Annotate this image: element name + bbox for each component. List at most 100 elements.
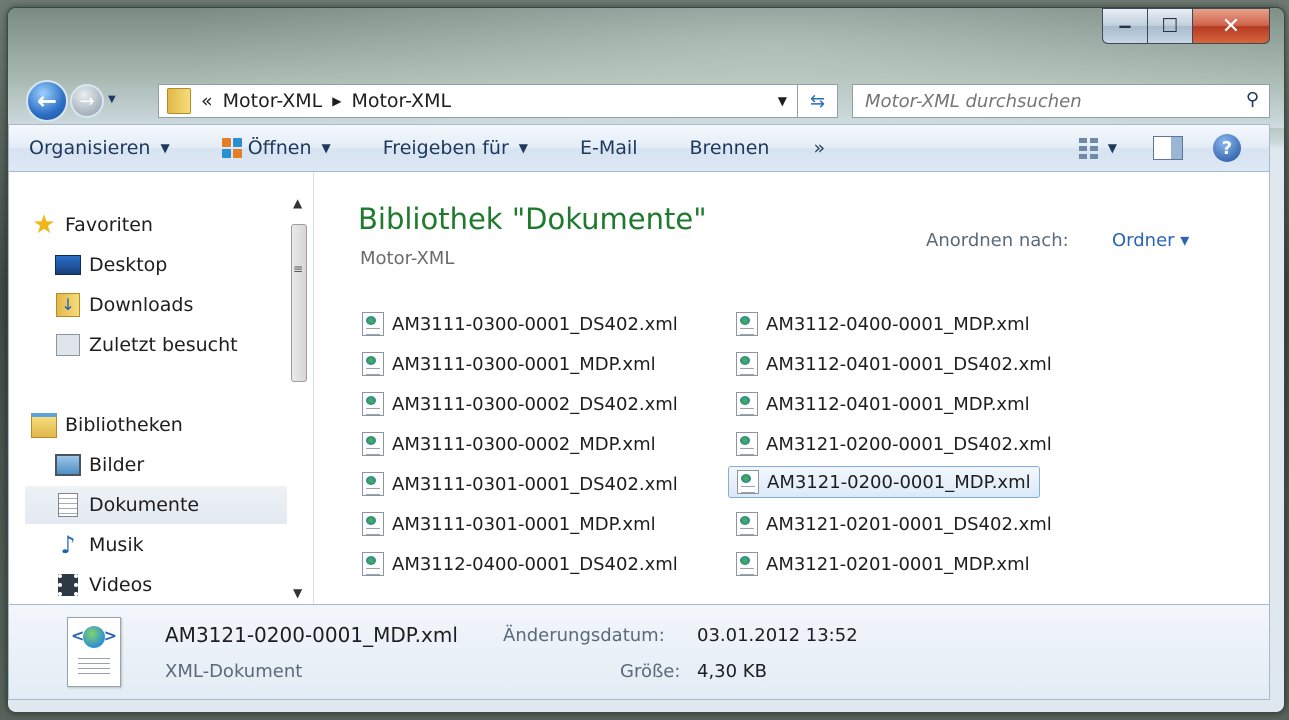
burn-button[interactable]: Brennen <box>690 137 770 159</box>
nav-libraries[interactable]: Bibliotheken <box>25 406 287 444</box>
scroll-up-icon[interactable]: ▲ <box>293 196 302 210</box>
file-name: AM3111-0301-0001_DS402.xml <box>392 473 678 495</box>
preview-pane-button[interactable] <box>1153 136 1183 160</box>
open-icon <box>221 138 242 158</box>
search-icon[interactable]: ⚲ <box>1246 89 1259 110</box>
xml-file-icon <box>362 512 384 536</box>
nav-favorites[interactable]: ★ Favoriten <box>25 206 287 244</box>
file-name: AM3111-0300-0001_DS402.xml <box>392 313 678 335</box>
minimize-button[interactable]: ‒ <box>1102 8 1148 44</box>
close-button[interactable]: ✕ <box>1193 8 1270 44</box>
chevron-down-icon: ▼ <box>321 141 331 155</box>
email-button[interactable]: E-Mail <box>580 137 637 159</box>
details-pane: < > AM3121-0200-0001_MDP.xml XML-Dokument… <box>8 604 1270 700</box>
nav-label: Musik <box>89 534 144 556</box>
file-item[interactable]: AM3112-0400-0001_MDP.xml <box>728 308 1038 340</box>
open-menu[interactable]: Öffnen ▼ <box>221 137 331 159</box>
search-box: ⚲ <box>852 84 1270 118</box>
breadcrumb-item[interactable]: Motor-XML <box>223 90 323 112</box>
file-name: AM3121-0200-0001_MDP.xml <box>767 471 1031 493</box>
view-menu[interactable]: ▼ <box>1078 137 1117 159</box>
nav-pictures[interactable]: Bilder <box>49 446 287 484</box>
file-list-pane: Bibliothek "Dokumente" Motor-XML Anordne… <box>314 172 1269 604</box>
organize-label: Organisieren <box>29 137 151 159</box>
xml-file-icon <box>362 352 384 376</box>
nav-label: Downloads <box>89 294 194 316</box>
xml-file-icon <box>362 432 384 456</box>
file-item[interactable]: AM3121-0201-0001_DS402.xml <box>728 508 1060 540</box>
help-button[interactable]: ? <box>1213 134 1241 162</box>
videos-icon <box>55 573 81 597</box>
documents-icon <box>55 493 81 517</box>
file-name: AM3112-0401-0001_DS402.xml <box>766 353 1052 375</box>
share-menu[interactable]: Freigeben für ▼ <box>383 137 528 159</box>
arrange-by-dropdown[interactable]: Ordner ▾ <box>1112 230 1189 251</box>
file-item[interactable]: AM3112-0401-0001_DS402.xml <box>728 348 1060 380</box>
libraries-icon <box>31 412 57 438</box>
nav-music[interactable]: ♪ Musik <box>49 526 287 564</box>
maximize-button[interactable]: ☐ <box>1148 8 1193 44</box>
file-item[interactable]: AM3121-0201-0001_MDP.xml <box>728 548 1038 580</box>
breadcrumb-item[interactable]: Motor-XML <box>351 90 451 112</box>
xml-file-icon <box>736 552 758 576</box>
library-subtitle: Motor-XML <box>360 248 455 269</box>
file-item[interactable]: AM3111-0300-0002_MDP.xml <box>354 428 664 460</box>
file-item[interactable]: AM3112-0401-0001_MDP.xml <box>728 388 1038 420</box>
search-input[interactable] <box>863 89 1227 113</box>
file-item[interactable]: AM3111-0301-0001_DS402.xml <box>354 468 686 500</box>
chevron-down-icon: ▼ <box>1107 141 1117 155</box>
nav-documents[interactable]: Dokumente <box>25 486 287 524</box>
music-icon: ♪ <box>60 531 76 559</box>
forward-button[interactable]: → <box>70 84 104 118</box>
file-name: AM3111-0300-0002_MDP.xml <box>392 433 656 455</box>
file-name: AM3121-0200-0001_DS402.xml <box>766 433 1052 455</box>
file-item[interactable]: AM3111-0300-0001_DS402.xml <box>354 308 686 340</box>
chevron-down-icon[interactable]: ▼ <box>778 94 787 108</box>
file-name: AM3111-0301-0001_MDP.xml <box>392 513 656 535</box>
organize-menu[interactable]: Organisieren ▼ <box>29 137 170 159</box>
preview-pane-icon <box>1153 136 1183 160</box>
xml-file-icon <box>362 312 384 336</box>
scroll-grip-icon: ≡ <box>293 262 304 276</box>
caption-buttons: ‒ ☐ ✕ <box>1102 8 1270 44</box>
nav-label: Zuletzt besucht <box>89 334 238 356</box>
scroll-thumb[interactable] <box>291 224 307 382</box>
details-size-label: Größe: <box>620 661 681 682</box>
nav-scrollbar[interactable]: ▲ ≡ ▼ <box>289 190 311 600</box>
nav-videos[interactable]: Videos <box>49 566 287 604</box>
nav-recent[interactable]: Zuletzt besucht <box>49 326 287 364</box>
details-size-value: 4,30 KB <box>697 661 767 682</box>
content-area: ★ Favoriten Desktop ↓ Downloads Zuletzt … <box>8 172 1270 604</box>
file-item[interactable]: AM3111-0300-0002_DS402.xml <box>354 388 686 420</box>
nav-downloads[interactable]: ↓ Downloads <box>49 286 287 324</box>
file-item[interactable]: AM3111-0300-0001_MDP.xml <box>354 348 664 380</box>
details-modified-value[interactable]: 03.01.2012 13:52 <box>697 625 858 646</box>
email-label: E-Mail <box>580 137 638 159</box>
scroll-down-icon[interactable]: ▼ <box>293 586 302 600</box>
xml-file-icon <box>362 552 384 576</box>
address-bar[interactable]: « Motor-XML ▶ Motor-XML ▼ <box>158 84 798 118</box>
breadcrumb-separator-icon[interactable]: ▶ <box>332 94 341 108</box>
refresh-button[interactable]: ⇆ <box>798 84 838 118</box>
details-modified-label: Änderungsdatum: <box>503 625 665 646</box>
recent-pages-button[interactable]: ▼ <box>108 94 116 105</box>
navigation-row: ← → ▼ « Motor-XML ▶ Motor-XML ▼ ⇆ ⚲ <box>8 78 1284 128</box>
view-icon <box>1078 137 1098 159</box>
nav-desktop[interactable]: Desktop <box>49 246 287 284</box>
breadcrumb-overflow[interactable]: « <box>201 90 213 112</box>
nav-label: Bibliotheken <box>65 414 183 436</box>
more-label: » <box>813 137 826 159</box>
back-button[interactable]: ← <box>26 80 68 122</box>
xml-file-icon <box>737 470 759 494</box>
details-file-name: AM3121-0200-0001_MDP.xml <box>165 623 458 647</box>
arrow-right-icon: → <box>79 90 95 112</box>
file-item[interactable]: AM3112-0400-0001_DS402.xml <box>354 548 686 580</box>
refresh-icon: ⇆ <box>809 90 826 112</box>
file-item[interactable]: AM3111-0301-0001_MDP.xml <box>354 508 664 540</box>
file-item[interactable]: AM3121-0200-0001_DS402.xml <box>728 428 1060 460</box>
command-bar: Organisieren ▼ Öffnen ▼ Freigeben für ▼ … <box>8 124 1270 172</box>
open-label: Öffnen <box>247 137 312 159</box>
more-commands-button[interactable]: » <box>813 137 825 159</box>
burn-label: Brennen <box>689 137 770 159</box>
file-item-selected[interactable]: AM3121-0200-0001_MDP.xml <box>728 466 1040 498</box>
